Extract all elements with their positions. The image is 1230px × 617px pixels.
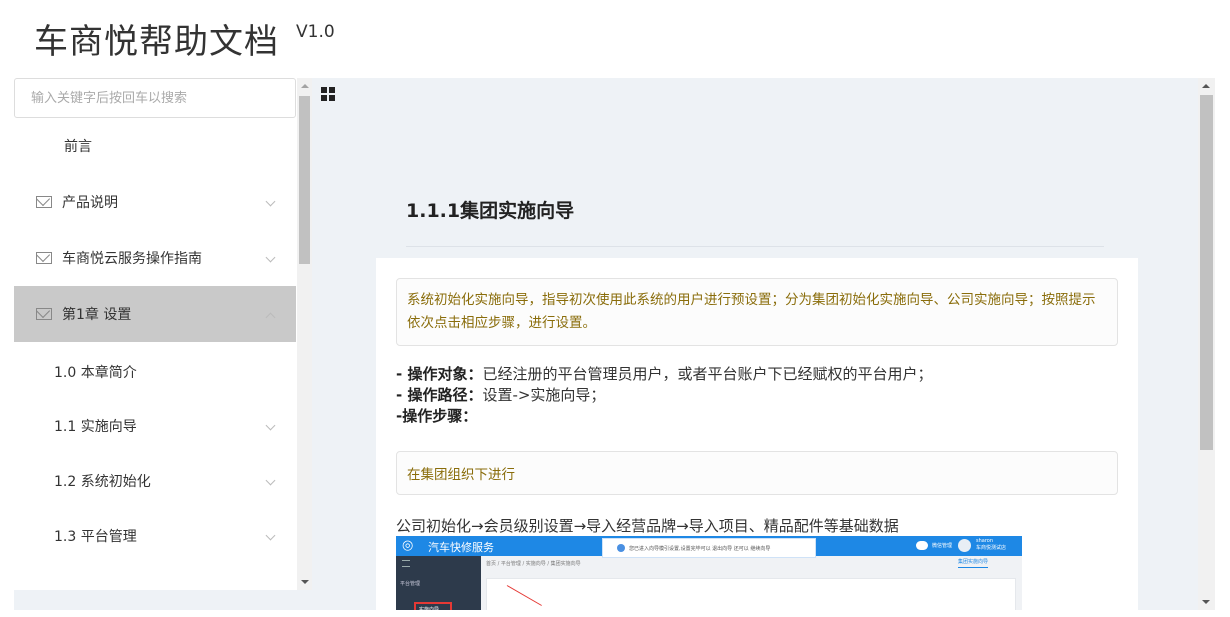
sidebar-item-chapter1[interactable]: 第1章 设置: [14, 286, 296, 342]
scroll-up-icon[interactable]: [1202, 84, 1210, 88]
chevron-down-icon: [265, 196, 276, 207]
screenshot-breadcrumb: 首页 / 平台管理 / 实施向导 / 集团实施向导: [486, 561, 581, 567]
chevron-down-icon: [265, 475, 276, 486]
sidebar: 前言 产品说明 车商悦云服务操作指南 第1章 设置 1.0 本章简介 1.1 实…: [14, 78, 312, 590]
site-title: 车商悦帮助文档: [34, 22, 279, 62]
operation-target: - 操作对象：已经注册的平台管理员用户，或者平台账户下已经赋权的平台用户；: [396, 364, 932, 385]
cloud-icon: [916, 541, 928, 550]
info-tip-2: 在集团组织下进行: [396, 451, 1118, 495]
operation-steps: -操作步骤：: [396, 406, 932, 427]
screenshot-highlight-item: 实施向导: [414, 602, 452, 610]
sidebar-item-platform[interactable]: 1.3 平台管理: [14, 508, 296, 563]
screenshot-user-name: sharon: [976, 538, 994, 544]
screenshot-manager: 微信管理: [932, 543, 953, 549]
mail-icon: [36, 196, 52, 208]
page-header: 车商悦帮助文档 V1.0: [0, 0, 1230, 78]
scroll-down-icon[interactable]: [1202, 600, 1210, 604]
sidebar-footer: [14, 590, 312, 610]
scrollbar-thumb[interactable]: [1200, 95, 1213, 450]
sidebar-item-label: 1.3 平台管理: [54, 528, 137, 545]
operation-steps-label: -操作步骤：: [396, 407, 478, 425]
screenshot-notice-text: 您已进入向导模引设置,设置完毕可以 退出向导 还可以 继续向导: [629, 546, 771, 552]
info-icon: [617, 544, 625, 552]
page-title: 1.1.1集团实施向导: [406, 200, 575, 222]
sidebar-item-preface[interactable]: 前言: [14, 118, 296, 174]
search-input[interactable]: [14, 78, 296, 118]
operation-path-value: 设置->实施向导；: [482, 386, 606, 404]
screenshot-user-shop: 车商悦测试店: [976, 545, 1007, 551]
sidebar-item-label: 1.0 本章简介: [54, 365, 137, 381]
scroll-down-icon[interactable]: [301, 580, 309, 584]
operation-info: - 操作对象：已经注册的平台管理员用户，或者平台账户下已经赋权的平台用户； - …: [396, 364, 932, 427]
app-logo-icon: ◎: [402, 538, 414, 553]
screenshot-body: [486, 578, 1016, 610]
screenshot-app-name: 汽车快修服务: [428, 541, 494, 554]
hamburger-icon: [402, 560, 410, 567]
info-tip: 系统初始化实施向导，指导初次使用此系统的用户进行预设置；分为集团初始化实施向导、…: [396, 278, 1118, 346]
sidebar-nav: 前言 产品说明 车商悦云服务操作指南 第1章 设置 1.0 本章简介 1.1 实…: [14, 118, 296, 563]
screenshot-tab: 集团实施向导: [958, 558, 989, 568]
scroll-up-icon[interactable]: [301, 84, 309, 88]
operation-target-value: 已经注册的平台管理员用户，或者平台账户下已经赋权的平台用户；: [482, 365, 933, 383]
red-arrow-icon: [506, 585, 542, 606]
operation-path-label: - 操作路径：: [396, 386, 483, 404]
sidebar-item-system-init[interactable]: 1.2 系统初始化: [14, 453, 296, 508]
site-version: V1.0: [296, 22, 335, 42]
sidebar-item-label: 车商悦云服务操作指南: [62, 251, 202, 267]
sidebar-item-label: 1.1 实施向导: [54, 418, 137, 435]
screenshot-sidebar: 平台管理 实施向导: [396, 556, 481, 610]
screenshot-menu-item: 平台管理: [400, 581, 421, 587]
page-scrollbar[interactable]: [1198, 78, 1215, 610]
sidebar-item-label: 1.2 系统初始化: [54, 473, 151, 490]
mail-icon: [36, 308, 52, 320]
embedded-screenshot: ◎ 汽车快修服务 微信管理 sharon 车商悦测试店 您已进入向导模引设置,设置…: [396, 536, 1022, 610]
sidebar-item-intro[interactable]: 1.0 本章简介: [14, 346, 296, 398]
content-area: 1.1.1集团实施向导 系统初始化实施向导，指导初次使用此系统的用户进行预设置；…: [312, 78, 1198, 610]
title-divider: [406, 246, 1104, 247]
avatar: [958, 539, 971, 552]
sidebar-item-label: 前言: [64, 139, 92, 155]
sidebar-item-product[interactable]: 产品说明: [14, 174, 296, 230]
sidebar-item-cloud-guide[interactable]: 车商悦云服务操作指南: [14, 230, 296, 286]
sidebar-item-label: 第1章 设置: [62, 307, 132, 323]
sidebar-item-label: 产品说明: [62, 195, 118, 211]
scrollbar-thumb[interactable]: [299, 96, 310, 264]
chevron-down-icon: [265, 420, 276, 431]
chevron-up-icon: [265, 312, 276, 323]
flow-text: 公司初始化→会员级别设置→导入经营品牌→导入项目、精品配件等基础数据: [396, 517, 899, 535]
chevron-down-icon: [265, 252, 276, 263]
mail-icon: [36, 252, 52, 264]
content-card: 系统初始化实施向导，指导初次使用此系统的用户进行预设置；分为集团初始化实施向导、…: [376, 258, 1138, 610]
sidebar-scrollbar[interactable]: [297, 78, 312, 590]
screenshot-notice: 您已进入向导模引设置,设置完毕可以 退出向导 还可以 继续向导: [602, 538, 816, 558]
operation-target-label: - 操作对象：: [396, 365, 483, 383]
grid-toggle-icon[interactable]: [321, 87, 335, 101]
sidebar-item-wizard[interactable]: 1.1 实施向导: [14, 398, 296, 453]
operation-path: - 操作路径：设置->实施向导；: [396, 385, 932, 406]
screenshot-user: sharon 车商悦测试店: [976, 538, 1006, 552]
chevron-down-icon: [265, 530, 276, 541]
